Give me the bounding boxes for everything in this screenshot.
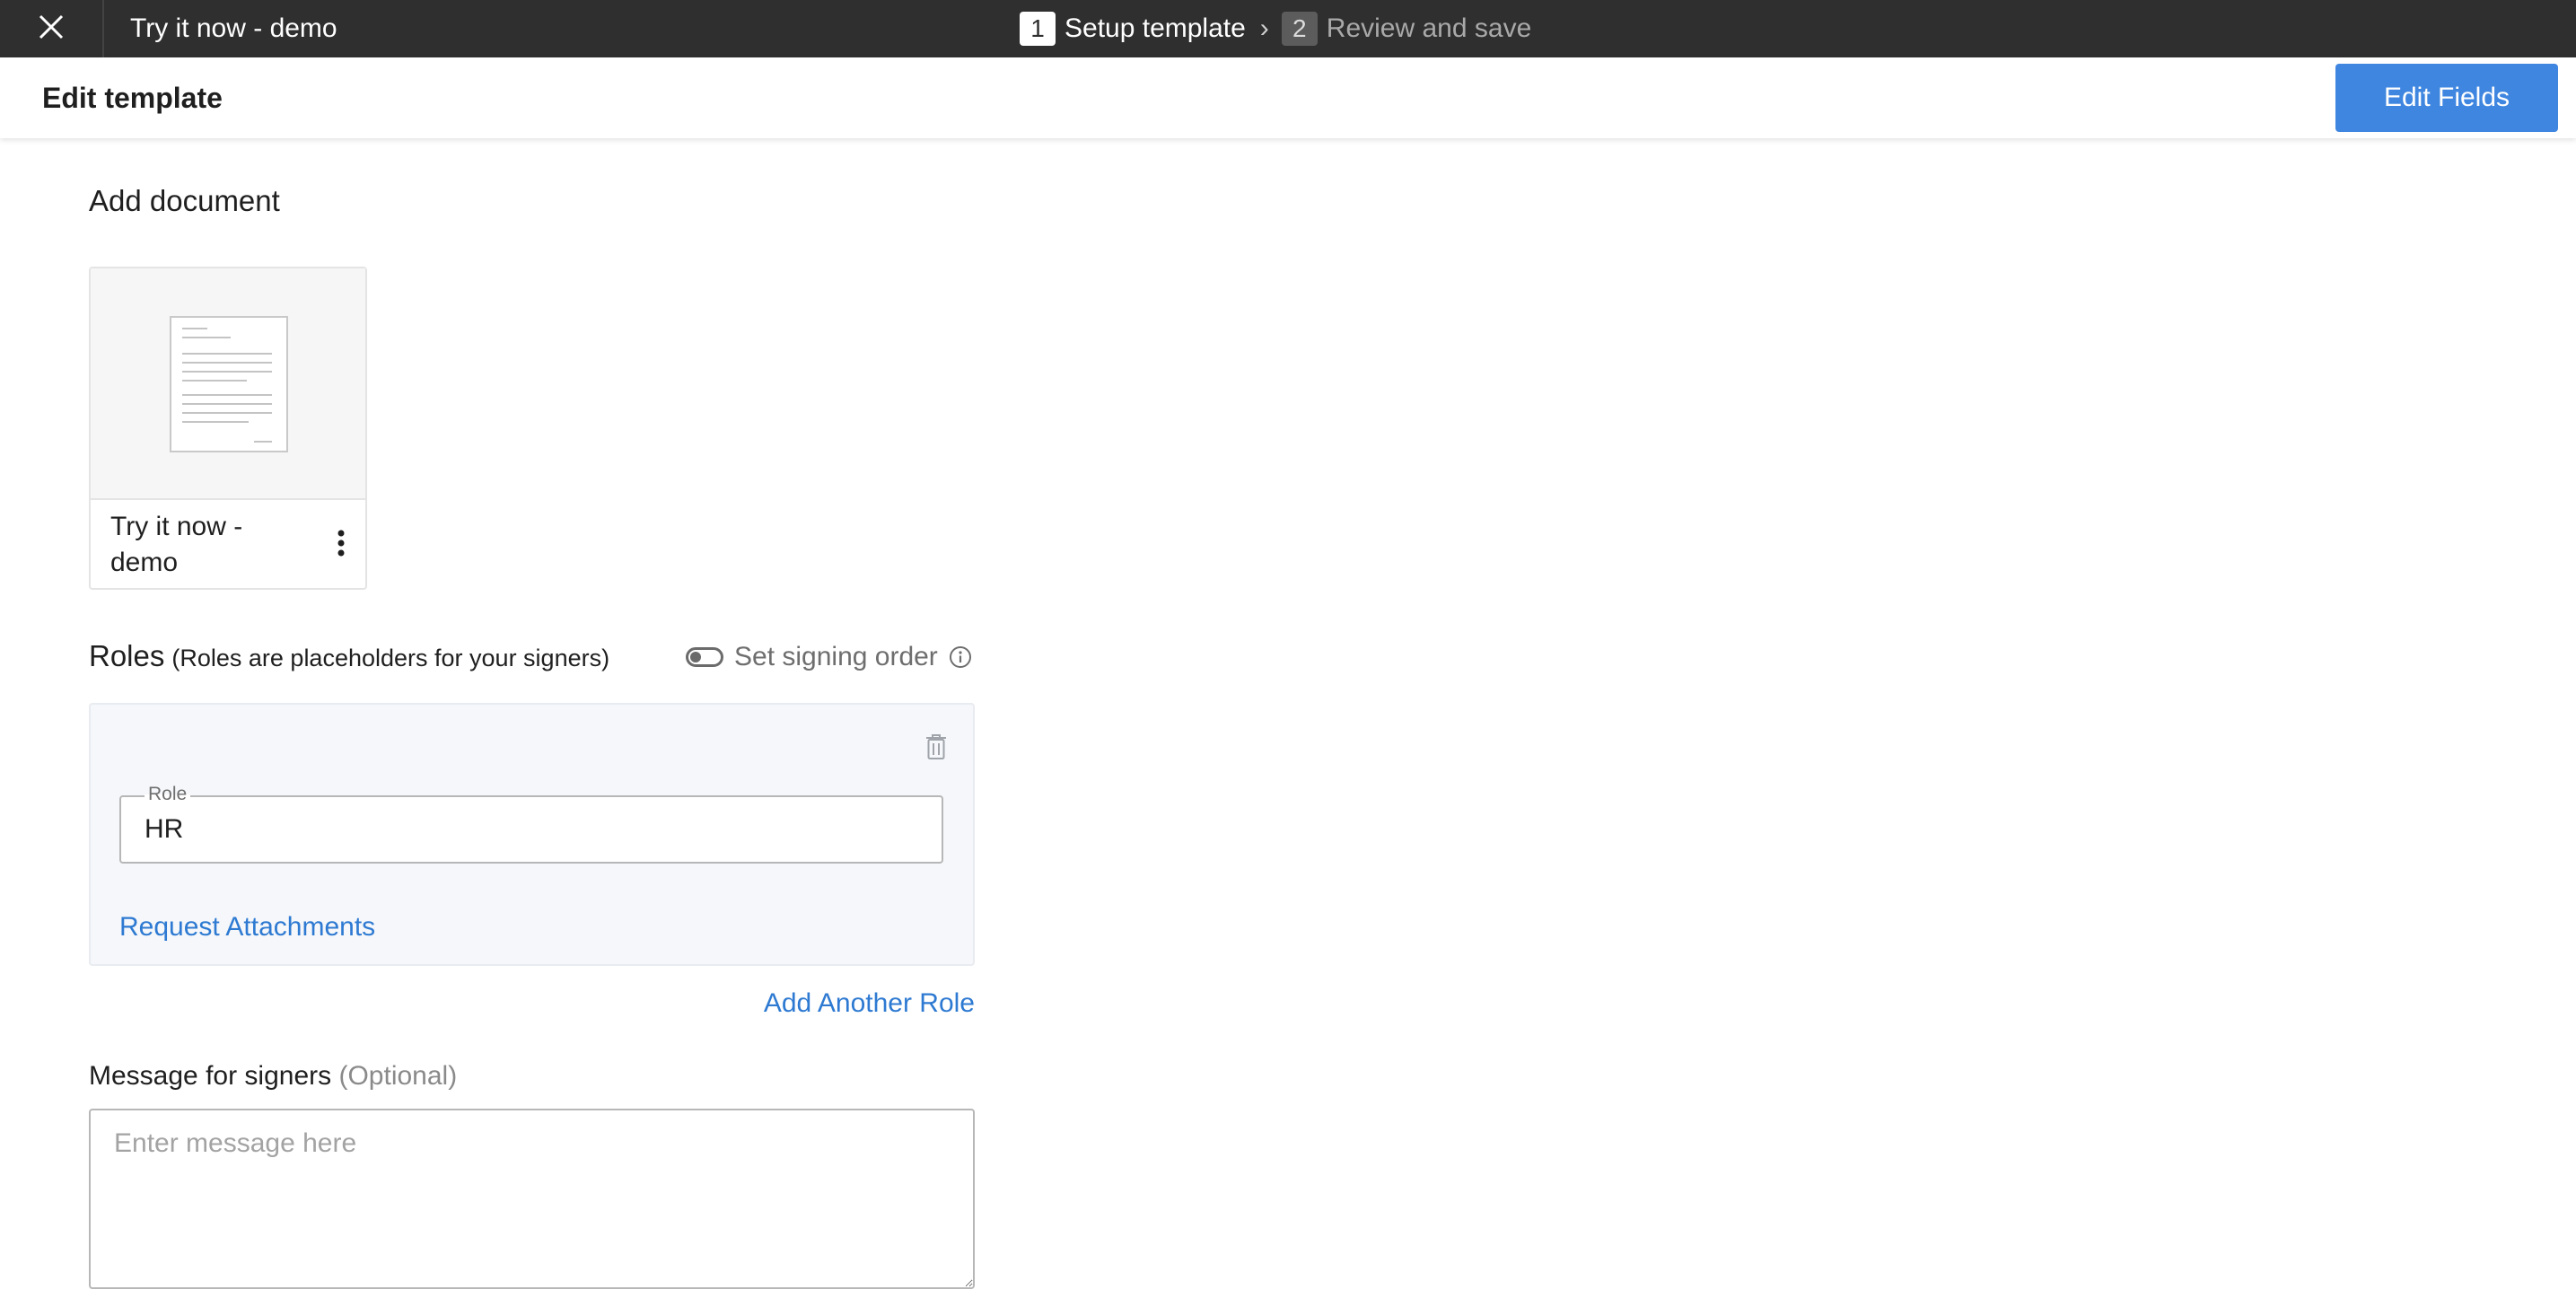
- step-2-number: 2: [1281, 12, 1318, 46]
- message-label-text: Message for signers: [89, 1061, 332, 1091]
- document-card[interactable]: Try it now - demo: [89, 267, 367, 590]
- add-document-heading: Add document: [89, 184, 280, 217]
- close-button[interactable]: [0, 0, 104, 57]
- roles-heading: Roles (Roles are placeholders for your s…: [89, 639, 609, 673]
- more-vertical-icon: [337, 530, 346, 561]
- chevron-right-icon: ›: [1259, 13, 1269, 43]
- roles-subtitle: (Roles are placeholders for your signers…: [171, 645, 610, 671]
- signing-order-label: Set signing order: [734, 642, 938, 671]
- signing-order-toggle[interactable]: [686, 647, 723, 667]
- document-thumbnail[interactable]: [91, 268, 365, 500]
- step-indicator: 1 Setup template › 2 Review and save: [1020, 0, 1531, 57]
- role-field[interactable]: Role HR: [119, 784, 943, 864]
- top-bar: Try it now - demo 1 Setup template › 2 R…: [0, 0, 2576, 57]
- roles-title: Roles: [89, 639, 165, 672]
- message-optional-label: (Optional): [338, 1061, 458, 1091]
- step-1-number: 1: [1020, 12, 1056, 46]
- document-name: Try it now - demo: [110, 512, 243, 577]
- add-another-role-link[interactable]: Add Another Role: [764, 988, 975, 1019]
- request-attachments-link[interactable]: Request Attachments: [119, 912, 375, 943]
- delete-role-button[interactable]: [923, 733, 950, 764]
- signing-order-control: Set signing order: [686, 642, 972, 672]
- toggle-knob: [690, 652, 701, 662]
- page-header: Edit template Edit Fields: [0, 57, 2576, 138]
- role-card: Role HR Request Attachments: [89, 703, 975, 966]
- edit-fields-button[interactable]: Edit Fields: [2335, 64, 2558, 132]
- close-icon: [38, 13, 65, 45]
- trash-icon: [925, 733, 947, 765]
- step-2-label[interactable]: Review and save: [1327, 13, 1531, 44]
- page-title: Edit template: [42, 81, 223, 114]
- role-field-value[interactable]: HR: [145, 797, 183, 862]
- step-1-label[interactable]: Setup template: [1065, 13, 1246, 44]
- message-input[interactable]: [89, 1109, 975, 1289]
- document-options-button[interactable]: [329, 527, 353, 563]
- message-label: Message for signers (Optional): [89, 1061, 457, 1092]
- info-icon[interactable]: [949, 645, 972, 669]
- document-page-icon: [170, 316, 288, 452]
- document-title: Try it now - demo: [130, 13, 337, 43]
